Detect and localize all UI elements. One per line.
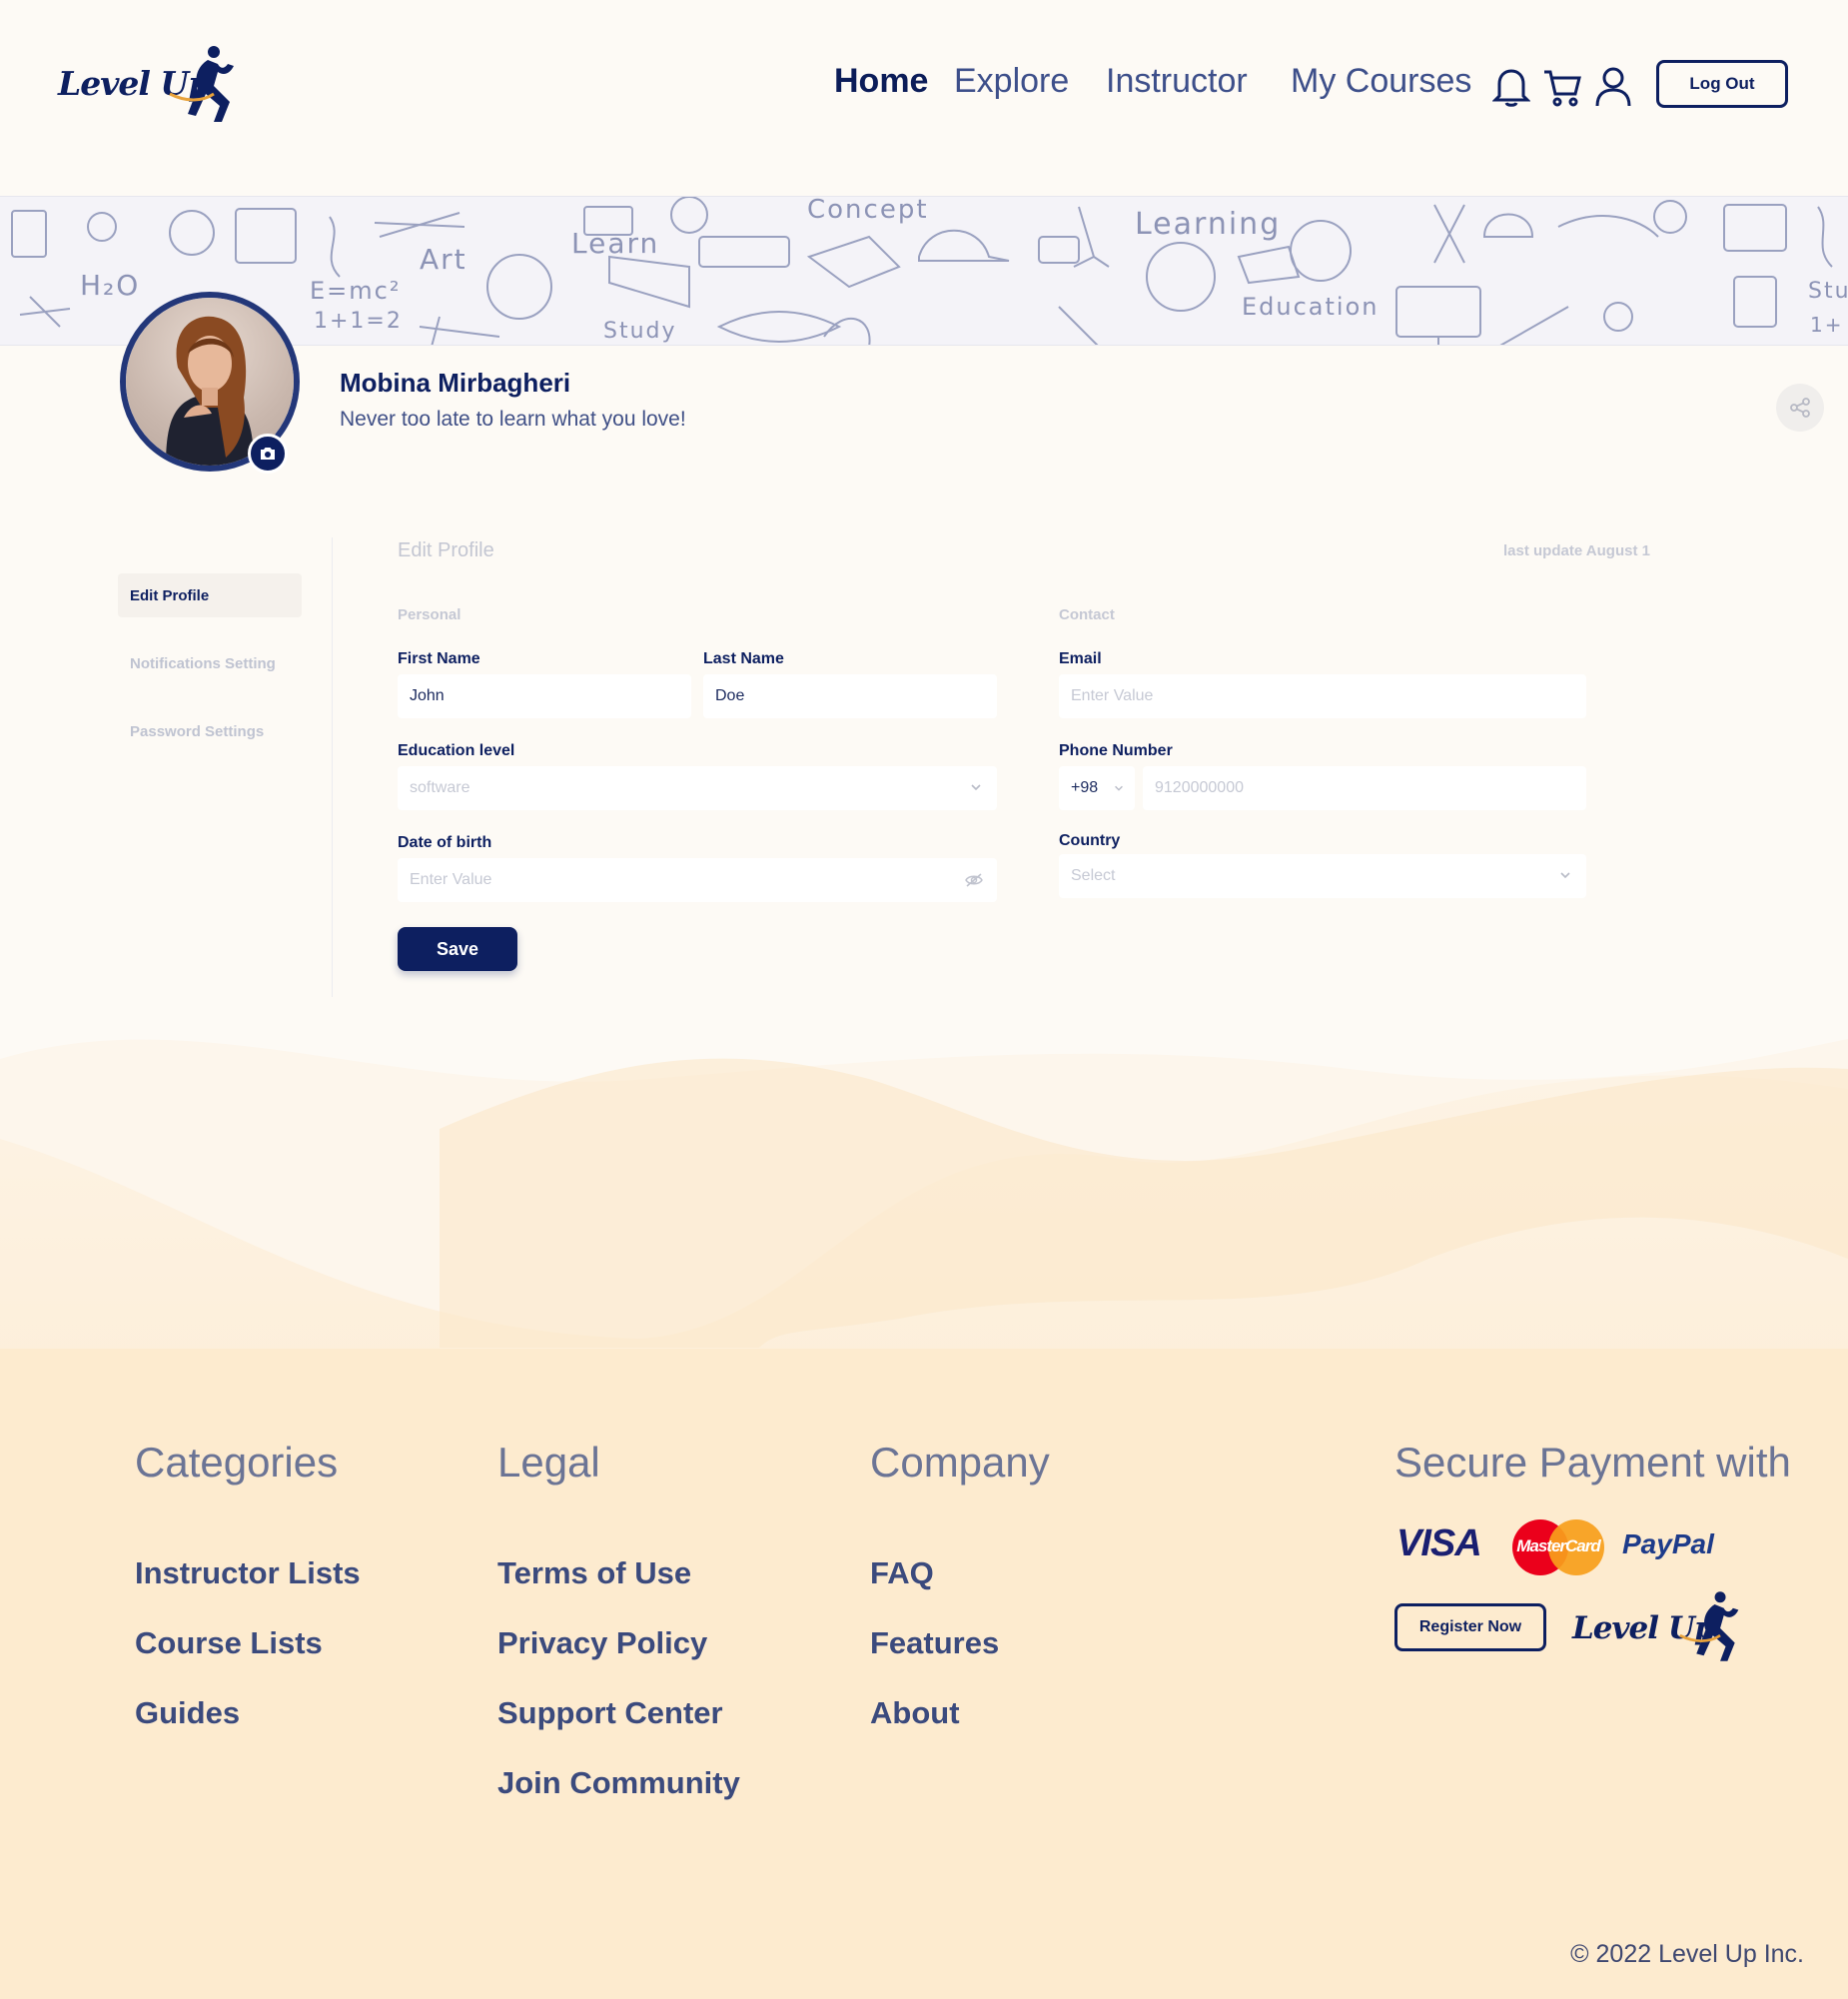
footer-link-faq[interactable]: FAQ — [870, 1555, 934, 1591]
first-name-field[interactable]: John — [398, 674, 691, 718]
cart-icon[interactable] — [1542, 66, 1582, 108]
country-label: Country — [1059, 832, 1121, 849]
nav-instructor[interactable]: Instructor — [1106, 62, 1248, 101]
footer-legal-title: Legal — [497, 1439, 600, 1486]
last-name-field[interactable]: Doe — [703, 674, 997, 718]
doodle-word: Education — [1242, 293, 1380, 321]
footer-link-instructor-lists[interactable]: Instructor Lists — [135, 1555, 361, 1591]
country-select[interactable]: Select — [1059, 854, 1586, 898]
camera-icon — [261, 448, 275, 460]
doodle-word: Learn — [571, 227, 660, 260]
email-label: Email — [1059, 650, 1102, 667]
sidebar-item-edit-profile[interactable]: Edit Profile — [118, 573, 302, 617]
chevron-down-icon — [971, 784, 981, 791]
phone-label: Phone Number — [1059, 742, 1173, 759]
education-label: Education level — [398, 742, 515, 759]
footer-wave-background — [0, 1039, 1848, 1999]
footer-link-course-lists[interactable]: Course Lists — [135, 1625, 323, 1661]
user-icon[interactable] — [1594, 66, 1634, 108]
profile-name: Mobina Mirbagheri — [340, 368, 571, 398]
contact-section-label: Contact — [1059, 606, 1115, 623]
footer-link-features[interactable]: Features — [870, 1625, 999, 1661]
save-button[interactable]: Save — [398, 927, 517, 971]
chevron-down-icon — [1560, 872, 1570, 879]
footer-categories-title: Categories — [135, 1439, 339, 1486]
first-name-label: First Name — [398, 650, 480, 667]
doodle-word: E=mc² — [310, 277, 402, 305]
footer-link-about[interactable]: About — [870, 1695, 960, 1731]
sidebar-item-password[interactable]: Password Settings — [118, 709, 302, 753]
education-value: software — [410, 779, 470, 796]
share-icon — [1790, 398, 1810, 418]
mastercard-text: MasterCard — [1516, 1536, 1601, 1555]
change-photo-button[interactable] — [248, 434, 288, 474]
phone-field[interactable]: 9120000000 — [1143, 766, 1586, 810]
last-name-label: Last Name — [703, 650, 784, 667]
share-button[interactable] — [1776, 384, 1824, 432]
personal-section-label: Personal — [398, 606, 462, 623]
footer-link-guides[interactable]: Guides — [135, 1695, 240, 1731]
doodle-word: Stu — [1808, 279, 1848, 304]
footer-link-privacy[interactable]: Privacy Policy — [497, 1625, 707, 1661]
logout-button[interactable]: Log Out — [1656, 60, 1788, 108]
dob-placeholder: Enter Value — [410, 871, 492, 888]
footer-link-terms[interactable]: Terms of Use — [497, 1555, 691, 1591]
chevron-down-icon — [1115, 785, 1123, 791]
profile-tagline: Never too late to learn what you love! — [340, 408, 686, 431]
country-code-select[interactable]: +98 — [1059, 766, 1135, 810]
country-placeholder: Select — [1071, 867, 1116, 884]
doodle-word: 1+1=2 — [314, 309, 403, 334]
eye-off-icon[interactable] — [965, 873, 983, 887]
last-update-text: last update August 1 — [1503, 542, 1650, 559]
email-field[interactable]: Enter Value — [1059, 674, 1586, 718]
footer-brand-logo[interactable]: Level Up — [1572, 1588, 1752, 1672]
doodle-word: Concept — [807, 196, 929, 225]
dob-label: Date of birth — [398, 834, 492, 851]
visa-logo: VISA — [1396, 1522, 1482, 1564]
doodle-word: Learning — [1135, 207, 1282, 242]
copyright-text: © 2022 Level Up Inc. — [1570, 1940, 1804, 1968]
sidebar-divider — [332, 537, 333, 997]
doodle-word: Study — [603, 319, 677, 344]
mastercard-logo: MasterCard — [1510, 1518, 1606, 1576]
sidebar-item-notifications[interactable]: Notifications Setting — [118, 641, 302, 685]
nav-my-courses[interactable]: My Courses — [1291, 62, 1471, 101]
education-select[interactable]: software — [398, 766, 997, 810]
footer-company-title: Company — [870, 1439, 1050, 1486]
nav-explore[interactable]: Explore — [954, 62, 1069, 101]
footer-link-community[interactable]: Join Community — [497, 1765, 740, 1801]
runner-logo-icon — [1679, 1591, 1739, 1661]
nav-home[interactable]: Home — [834, 62, 928, 101]
footer-payment-title: Secure Payment with — [1394, 1439, 1791, 1486]
dob-field[interactable]: Enter Value — [398, 858, 997, 902]
doodle-word: Art — [420, 243, 467, 276]
country-code-value: +98 — [1071, 779, 1099, 796]
paypal-logo: PayPal — [1622, 1528, 1714, 1559]
bell-icon[interactable] — [1491, 66, 1532, 108]
register-now-button[interactable]: Register Now — [1394, 1603, 1546, 1651]
form-title: Edit Profile — [398, 539, 494, 561]
doodle-word: 1+ — [1810, 313, 1844, 337]
footer-link-support[interactable]: Support Center — [497, 1695, 723, 1731]
